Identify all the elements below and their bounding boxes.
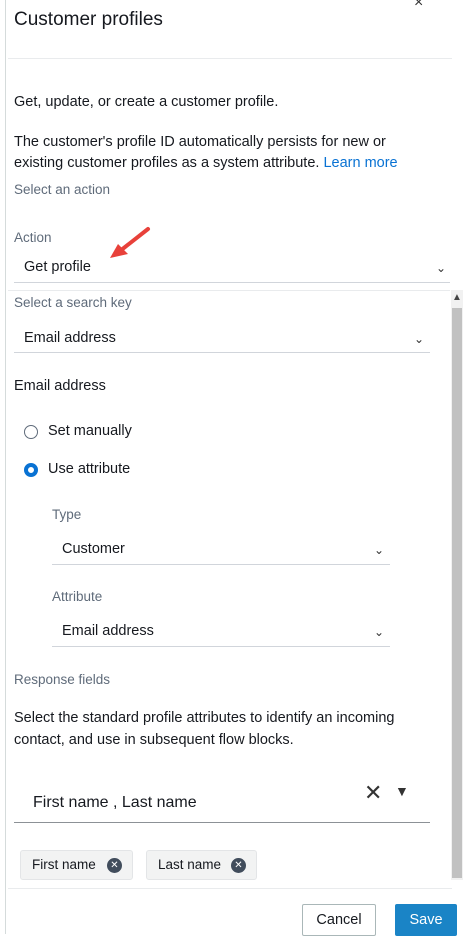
attribute-label: Attribute [52,589,103,604]
intro-text-3-body: existing customer profiles as a system a… [14,155,320,171]
save-button[interactable]: Save [395,904,457,936]
scroll-region-divider [8,290,450,291]
response-fields-multiselect[interactable]: First name , Last name ✕ ▼ [14,778,430,822]
panel-title: Customer profiles [14,9,163,30]
search-key-label: Select a search key [14,295,132,310]
type-select-underline [52,564,390,565]
cancel-button[interactable]: Cancel [302,904,376,936]
intro-text-1: Get, update, or create a customer profil… [14,94,279,110]
chevron-down-icon: ⌄ [374,543,385,557]
chevron-down-icon: ⌄ [374,625,385,639]
panel-left-border [5,0,6,934]
chevron-down-icon: ⌄ [436,261,447,275]
footer-divider [8,888,452,889]
action-select-underline [14,282,450,283]
select-action-heading: Select an action [14,182,111,197]
header-divider [8,58,452,59]
type-label: Type [52,507,82,522]
attribute-select[interactable]: Email address ⌄ [52,616,390,646]
token-label: First name [32,857,96,872]
radio-set-manually-label[interactable]: Set manually [48,423,132,439]
scroll-up-icon[interactable]: ▲ [451,290,463,306]
multiselect-underline [14,822,430,823]
learn-more-link[interactable]: Learn more [323,155,397,171]
customer-profiles-panel: Customer profiles × Get, update, or crea… [0,0,464,936]
scrollbar-thumb[interactable] [452,308,462,878]
search-key-underline [14,352,430,353]
type-select[interactable]: Customer ⌄ [52,534,390,564]
token-last-name: Last name ✕ [146,850,257,880]
token-label: Last name [158,857,222,872]
attribute-select-underline [52,646,390,647]
token-first-name: First name ✕ [20,850,133,880]
search-key-value: Email address [24,330,116,346]
remove-token-icon[interactable]: ✕ [107,858,122,873]
clear-icon[interactable]: ✕ [364,780,382,806]
chevron-down-icon: ⌄ [414,332,425,346]
action-select[interactable]: Get profile ⌄ [14,250,450,282]
search-key-select[interactable]: Email address ⌄ [14,322,430,352]
intro-text-3: existing customer profiles as a system a… [14,151,398,175]
radio-set-manually[interactable] [24,425,38,439]
type-select-value: Customer [62,541,125,557]
email-address-heading: Email address [14,378,106,394]
multiselect-value: First name , Last name [33,794,197,811]
response-fields-desc-1: Select the standard profile attributes t… [14,710,395,726]
attribute-select-value: Email address [62,623,154,639]
remove-token-icon[interactable]: ✕ [231,858,246,873]
radio-use-attribute-label[interactable]: Use attribute [48,461,130,477]
response-fields-label: Response fields [14,672,111,687]
action-label: Action [14,230,52,245]
red-arrow-icon [110,227,150,258]
close-icon[interactable]: × [414,0,423,12]
response-fields-desc-2: contact, and use in subsequent flow bloc… [14,732,294,748]
radio-use-attribute[interactable] [24,463,38,477]
action-select-value: Get profile [24,259,91,275]
caret-down-icon[interactable]: ▼ [395,783,409,799]
